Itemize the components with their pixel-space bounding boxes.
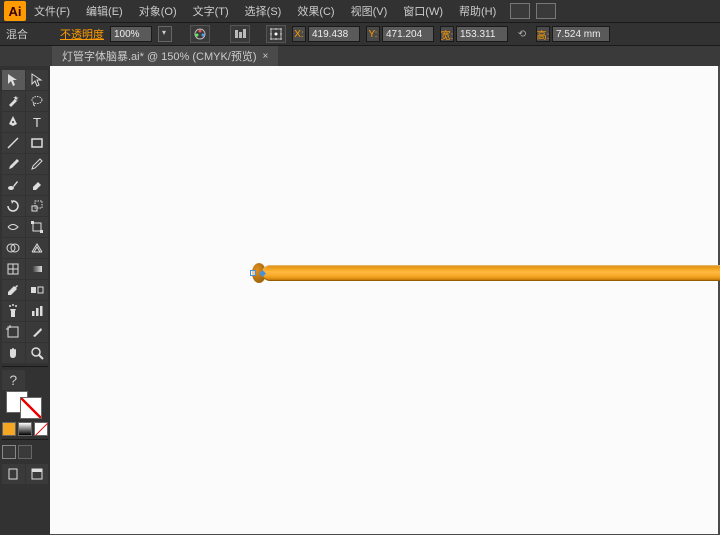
menu-type[interactable]: 文字(T) xyxy=(185,3,237,19)
align-panel-icon[interactable] xyxy=(230,25,250,43)
menu-help[interactable]: 帮助(H) xyxy=(451,3,504,19)
artboard[interactable] xyxy=(50,66,718,534)
artboard-tool[interactable] xyxy=(2,322,25,342)
menu-bar: Ai 文件(F) 编辑(E) 对象(O) 文字(T) 选择(S) 效果(C) 视… xyxy=(0,0,720,22)
pencil-tool[interactable] xyxy=(26,154,49,174)
document-tabs: 灯管字体脑暴.ai* @ 150% (CMYK/预览) × xyxy=(0,46,720,66)
svg-text:T: T xyxy=(33,115,41,129)
slice-tool[interactable] xyxy=(26,322,49,342)
tube-blend-object[interactable] xyxy=(254,261,720,285)
constrain-proportions-icon[interactable]: ⟲ xyxy=(514,26,530,42)
screen-mode-normal[interactable] xyxy=(2,445,16,459)
tube-body xyxy=(262,265,720,281)
app-logo: Ai xyxy=(4,1,26,21)
selection-tool[interactable] xyxy=(2,70,25,90)
paintbrush-tool[interactable] xyxy=(2,154,25,174)
height-label: 高: xyxy=(536,26,550,42)
control-bar: 混合 不透明度 X: Y: 宽: ⟲ 高: xyxy=(0,22,720,46)
width-tool[interactable] xyxy=(2,217,25,237)
x-input[interactable] xyxy=(308,26,360,42)
close-tab-icon[interactable]: × xyxy=(263,51,269,62)
fill-stroke-indicator[interactable] xyxy=(2,391,49,419)
free-transform-tool[interactable] xyxy=(26,217,49,237)
none-mode-swatch[interactable] xyxy=(34,422,48,436)
eyedropper-tool[interactable] xyxy=(2,280,25,300)
fill-stroke-swatch[interactable] xyxy=(26,370,49,390)
scale-tool[interactable] xyxy=(26,196,49,216)
height-input[interactable] xyxy=(552,26,610,42)
y-label: Y: xyxy=(366,26,380,42)
magic-wand-tool[interactable] xyxy=(2,91,25,111)
transform-reference-icon[interactable] xyxy=(266,25,286,43)
lasso-tool[interactable] xyxy=(26,91,49,111)
rotate-tool[interactable] xyxy=(2,196,25,216)
menu-select[interactable]: 选择(S) xyxy=(237,3,290,19)
zoom-tool[interactable] xyxy=(26,343,49,363)
blend-label: 混合 xyxy=(6,26,28,42)
screen-mode-full[interactable] xyxy=(18,445,32,459)
selection-handle[interactable] xyxy=(250,270,256,276)
width-label: 宽: xyxy=(440,26,454,42)
mesh-tool[interactable] xyxy=(2,259,25,279)
menu-view[interactable]: 视图(V) xyxy=(343,3,396,19)
menu-object[interactable]: 对象(O) xyxy=(131,3,185,19)
document-tab[interactable]: 灯管字体脑暴.ai* @ 150% (CMYK/预览) × xyxy=(52,46,278,66)
canvas-area[interactable] xyxy=(50,66,720,535)
opacity-input[interactable] xyxy=(110,26,152,42)
workspace-icon[interactable] xyxy=(510,3,530,19)
recolor-artwork-icon[interactable] xyxy=(190,25,210,43)
blend-tool[interactable] xyxy=(26,280,49,300)
hand-tool[interactable] xyxy=(2,343,25,363)
width-input[interactable] xyxy=(456,26,508,42)
gradient-mode-swatch[interactable] xyxy=(18,422,32,436)
blob-brush-tool[interactable] xyxy=(2,175,25,195)
opacity-label[interactable]: 不透明度 xyxy=(60,26,104,42)
line-segment-tool[interactable] xyxy=(2,133,25,153)
opacity-dropdown[interactable] xyxy=(158,26,172,42)
menu-file[interactable]: 文件(F) xyxy=(26,3,78,19)
y-input[interactable] xyxy=(382,26,434,42)
perspective-grid-tool[interactable] xyxy=(26,238,49,258)
menu-window[interactable]: 窗口(W) xyxy=(395,3,451,19)
gradient-tool[interactable] xyxy=(26,259,49,279)
eraser-tool[interactable] xyxy=(26,175,49,195)
edit-toolbar-icon[interactable] xyxy=(2,464,25,484)
shape-builder-tool[interactable] xyxy=(2,238,25,258)
arrange-documents-icon[interactable] xyxy=(536,3,556,19)
color-mode-swatch[interactable] xyxy=(2,422,16,436)
type-tool[interactable]: T xyxy=(26,112,49,132)
document-title: 灯管字体脑暴.ai* @ 150% (CMYK/预览) xyxy=(62,48,257,64)
rectangle-tool[interactable] xyxy=(26,133,49,153)
menu-effect[interactable]: 效果(C) xyxy=(289,3,342,19)
toolbox: T xyxy=(0,66,50,535)
x-label: X: xyxy=(292,26,306,42)
toggle-fill-stroke[interactable]: ? xyxy=(2,370,25,390)
symbol-sprayer-tool[interactable] xyxy=(2,301,25,321)
column-graph-tool[interactable] xyxy=(26,301,49,321)
change-screen-mode[interactable] xyxy=(26,464,49,484)
menu-edit[interactable]: 编辑(E) xyxy=(78,3,131,19)
direct-selection-tool[interactable] xyxy=(26,70,49,90)
pen-tool[interactable] xyxy=(2,112,25,132)
